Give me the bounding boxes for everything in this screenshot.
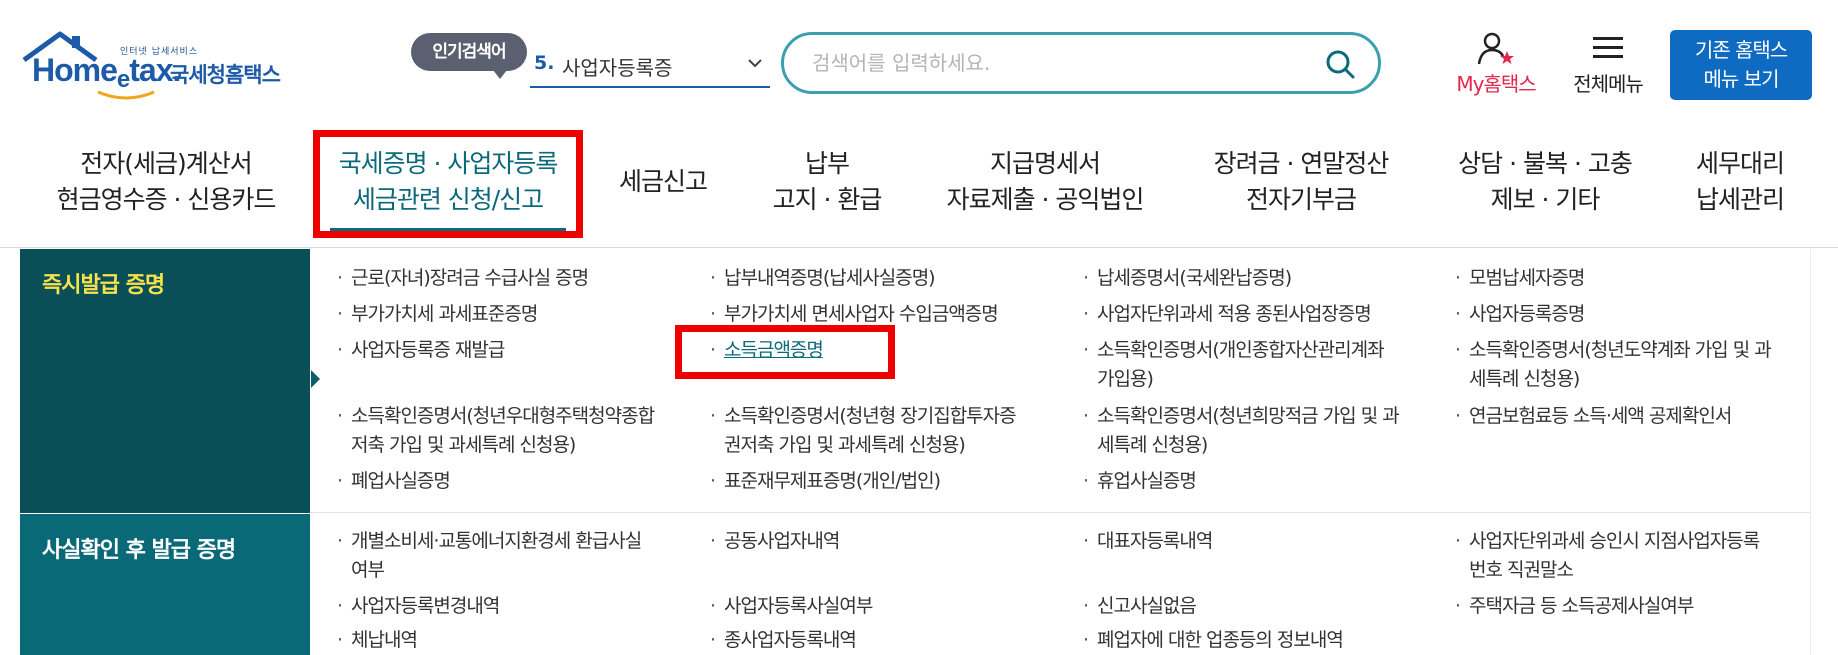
nav-item-line1: 상담 · 불복 · 고충	[1458, 149, 1633, 178]
menu-link[interactable]: 주택자금 등 소득공제사실여부	[1455, 592, 1694, 621]
menu-link[interactable]: 소득확인증명서(청년희망적금 가입 및 과 세특례 신청용)	[1083, 402, 1400, 460]
menu-link[interactable]: 사업자등록변경내역	[337, 592, 500, 621]
logo-wordmark: Homeetax.	[32, 52, 181, 93]
user-star-icon	[1477, 32, 1514, 65]
menu-link-line: 소득확인증명서(청년희망적금 가입 및 과	[1097, 405, 1400, 427]
nav-item-line1: 세무대리	[1695, 149, 1785, 178]
menu-link-line: 가입용)	[1097, 368, 1154, 390]
section-instant-certificates: 즉시발급 증명 근로(자녀)장려금 수급사실 증명 납부내역증명(납세사실증명)…	[20, 249, 1838, 513]
menu-link[interactable]: 연금보험료등 소득·세액 공제확인서	[1455, 402, 1732, 431]
nav-item-line1: 장려금 · 연말정산	[1213, 149, 1390, 178]
menu-link-line: 권저축 가입 및 과세특례 신청용)	[724, 434, 966, 456]
menu-link[interactable]: 근로(자녀)장려금 수급사실 증명	[337, 264, 589, 293]
nav-item-line2: 제보 · 기타	[1490, 185, 1601, 214]
classic-button-line2: 메뉴 보기	[1703, 67, 1780, 91]
scrollbar[interactable]	[1810, 249, 1838, 655]
nav-item-payment[interactable]: 납부 고지 · 환급	[752, 146, 902, 218]
menu-link[interactable]: 종사업자등록내역	[710, 626, 857, 655]
menu-link-line: 소득확인증명서(개인종합자산관리계좌	[1097, 339, 1385, 361]
nav-item-incentive[interactable]: 장려금 · 연말정산 전자기부금	[1196, 146, 1406, 218]
expand-arrow-icon	[311, 370, 320, 388]
popular-search-badge: 인기검색어	[411, 33, 527, 79]
popular-search-select[interactable]: 5. 사업자등록증	[530, 40, 770, 88]
logo-smile-icon	[97, 90, 155, 100]
popular-term: 사업자등록증	[562, 56, 673, 80]
search-icon[interactable]	[1324, 48, 1356, 80]
highlight-box-nav	[313, 130, 583, 238]
nav-item-line2: 전자기부금	[1245, 185, 1357, 214]
header: 인터넷 납세서비스 Homeetax. 국세청홈택스 인기검색어 5. 사업자등…	[0, 0, 1838, 120]
menu-link[interactable]: 소득확인증명서(청년도약계좌 가입 및 과 세특례 신청용)	[1455, 336, 1772, 394]
hamburger-menu-icon	[1593, 37, 1623, 58]
menu-link[interactable]: 폐업사실증명	[337, 467, 451, 496]
menu-link[interactable]: 소득확인증명서(개인종합자산관리계좌 가입용)	[1083, 336, 1385, 394]
menu-link[interactable]: 납부내역증명(납세사실증명)	[710, 264, 936, 293]
section-links: 근로(자녀)장려금 수급사실 증명 납부내역증명(납세사실증명) 납세증명서(국…	[310, 249, 1810, 513]
section-verified-certificates: 사실확인 후 발급 증명 개별소비세·교통에너지환경세 환급사실 여부 공동사업…	[20, 514, 1838, 655]
all-menu-label: 전체메뉴	[1573, 72, 1644, 96]
nav-item-line1: 세금신고	[618, 167, 708, 196]
classic-hometax-button[interactable]: 기존 홈택스 메뉴 보기	[1670, 30, 1812, 100]
logo-korean: 국세청홈택스	[170, 63, 281, 87]
nav-item-line1: 전자(세금)계산서	[80, 149, 253, 178]
nav-item-line2: 고지 · 환급	[772, 185, 883, 214]
menu-link[interactable]: 사업자단위과세 적용 종된사업장증명	[1083, 300, 1372, 329]
menu-link[interactable]: 소득확인증명서(청년우대형주택청약종합 저축 가입 및 과세특례 신청용)	[337, 402, 655, 460]
nav-item-tax-filing[interactable]: 세금신고	[608, 164, 718, 200]
menu-link-line: 사업자단위과세 승인시 지점사업자등록	[1469, 530, 1760, 552]
nav-item-line1: 납부	[804, 149, 850, 178]
my-hometax-link[interactable]: My홈택스	[1446, 32, 1546, 96]
menu-link[interactable]: 사업자등록증명	[1455, 300, 1585, 329]
nav-item-line2: 현금영수증 · 신용카드	[56, 185, 277, 214]
all-menu-button[interactable]: 전체메뉴	[1560, 32, 1656, 96]
hometax-logo[interactable]: 인터넷 납세서비스 Homeetax. 국세청홈택스	[20, 30, 320, 100]
menu-link-line: 세특례 신청용)	[1097, 434, 1208, 456]
mega-menu: 즉시발급 증명 근로(자녀)장려금 수급사실 증명 납부내역증명(납세사실증명)…	[20, 249, 1838, 655]
menu-link[interactable]: 신고사실없음	[1083, 592, 1197, 621]
menu-link[interactable]: 표준재무제표증명(개인/법인)	[710, 467, 941, 496]
nav-item-line2: 자료제출 · 공익법인	[946, 185, 1145, 214]
nav-item-consult[interactable]: 상담 · 불복 · 고충 제보 · 기타	[1440, 146, 1650, 218]
menu-link[interactable]: 납세증명서(국세완납증명)	[1083, 264, 1292, 293]
menu-link[interactable]: 모범납세자증명	[1455, 264, 1585, 293]
menu-link[interactable]: 사업자등록사실여부	[710, 592, 873, 621]
search-box	[781, 32, 1381, 94]
menu-link[interactable]: 사업자단위과세 승인시 지점사업자등록 번호 직권말소	[1455, 527, 1760, 585]
highlight-box-link	[675, 325, 895, 379]
nav-item-tax-agent[interactable]: 세무대리 납세관리	[1680, 146, 1800, 218]
menu-link-line: 개별소비세·교통에너지환경세 환급사실	[351, 530, 642, 552]
menu-link[interactable]: 휴업사실증명	[1083, 467, 1197, 496]
search-input[interactable]	[812, 49, 1312, 77]
logo-wordmark-e: e	[116, 66, 130, 93]
popular-rank: 5.	[534, 52, 555, 74]
nav-item-einvoice[interactable]: 전자(세금)계산서 현금영수증 · 신용카드	[48, 146, 284, 218]
nav-item-line2: 납세관리	[1695, 185, 1785, 214]
menu-link[interactable]: 개별소비세·교통에너지환경세 환급사실 여부	[337, 527, 642, 585]
menu-link[interactable]: 대표자등록내역	[1083, 527, 1213, 556]
main-nav: 전자(세금)계산서 현금영수증 · 신용카드 국세증명 · 사업자등록 세금관련…	[0, 124, 1838, 248]
section-links: 개별소비세·교통에너지환경세 환급사실 여부 공동사업자내역 대표자등록내역 사…	[310, 514, 1810, 655]
my-hometax-label: My홈택스	[1456, 72, 1536, 96]
menu-link-line: 번호 직권말소	[1469, 559, 1574, 581]
menu-link-line: 세특례 신청용)	[1469, 368, 1580, 390]
menu-link[interactable]: 체납내역	[337, 626, 418, 655]
nav-item-line1: 지급명세서	[989, 149, 1101, 178]
menu-link-line: 저축 가입 및 과세특례 신청용)	[351, 434, 576, 456]
menu-link[interactable]: 부가가치세 과세표준증명	[337, 300, 538, 329]
menu-link[interactable]: 소득확인증명서(청년형 장기집합투자증 권저축 가입 및 과세특례 신청용)	[710, 402, 1017, 460]
menu-link[interactable]: 공동사업자내역	[710, 527, 840, 556]
section-title: 즉시발급 증명	[20, 249, 310, 513]
menu-link[interactable]: 폐업자에 대한 업종등의 정보내역	[1083, 626, 1344, 655]
logo-wordmark-home: Home	[32, 52, 118, 88]
menu-link-line: 소득확인증명서(청년우대형주택청약종합	[351, 405, 655, 427]
menu-link-line: 소득확인증명서(청년도약계좌 가입 및 과	[1469, 339, 1772, 361]
menu-link[interactable]: 사업자등록증 재발급	[337, 336, 505, 365]
classic-button-line1: 기존 홈택스	[1694, 38, 1788, 62]
menu-link-line: 소득확인증명서(청년형 장기집합투자증	[724, 405, 1017, 427]
nav-item-payment-statement[interactable]: 지급명세서 자료제출 · 공익법인	[940, 146, 1150, 218]
menu-link-line: 여부	[351, 559, 385, 581]
chevron-down-icon	[748, 59, 762, 68]
section-title: 사실확인 후 발급 증명	[20, 514, 310, 655]
